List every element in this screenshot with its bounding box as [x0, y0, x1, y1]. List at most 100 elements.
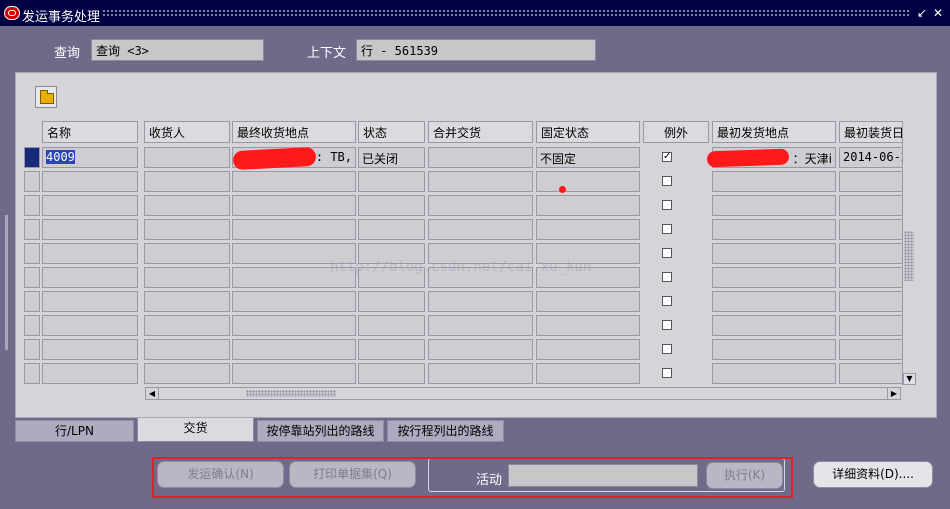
- exception-checkbox[interactable]: [662, 320, 672, 330]
- minimize-icon[interactable]: ↙: [915, 6, 929, 20]
- table-cell[interactable]: [536, 195, 640, 216]
- column-header-consignee[interactable]: 收货人: [144, 121, 230, 143]
- exception-checkbox[interactable]: [662, 176, 672, 186]
- table-cell[interactable]: [358, 315, 425, 336]
- table-cell[interactable]: [144, 363, 230, 384]
- table-cell[interactable]: [712, 339, 836, 360]
- scroll-right-arrow-icon[interactable]: ▶: [887, 388, 900, 399]
- cell-initial-load-date[interactable]: 2014-06-2: [839, 147, 902, 168]
- column-header-name[interactable]: 名称: [42, 121, 138, 143]
- table-cell[interactable]: [536, 171, 640, 192]
- table-cell[interactable]: [42, 267, 138, 288]
- table-cell[interactable]: [144, 339, 230, 360]
- table-cell[interactable]: [839, 219, 902, 240]
- table-cell[interactable]: [712, 219, 836, 240]
- query-field[interactable]: 查询 <3>: [91, 39, 264, 61]
- table-cell[interactable]: [712, 363, 836, 384]
- column-header-fixed-status[interactable]: 固定状态: [536, 121, 640, 143]
- table-cell[interactable]: [42, 339, 138, 360]
- exception-checkbox[interactable]: [662, 296, 672, 306]
- scroll-down-arrow-icon[interactable]: ▼: [903, 373, 916, 385]
- table-cell[interactable]: [712, 243, 836, 264]
- column-header-exception[interactable]: 例外: [643, 121, 709, 143]
- scroll-thumb[interactable]: [246, 390, 336, 397]
- table-cell[interactable]: [144, 219, 230, 240]
- table-cell[interactable]: [232, 363, 356, 384]
- table-cell[interactable]: [42, 171, 138, 192]
- exception-checkbox[interactable]: [662, 272, 672, 282]
- table-cell[interactable]: [144, 195, 230, 216]
- table-cell[interactable]: [144, 243, 230, 264]
- table-cell[interactable]: [712, 171, 836, 192]
- scroll-thumb[interactable]: [904, 231, 914, 281]
- table-cell[interactable]: [839, 267, 902, 288]
- table-cell[interactable]: [839, 195, 902, 216]
- table-cell[interactable]: [428, 195, 533, 216]
- table-cell[interactable]: [428, 291, 533, 312]
- table-cell[interactable]: [42, 315, 138, 336]
- table-cell[interactable]: [42, 243, 138, 264]
- table-cell[interactable]: [42, 219, 138, 240]
- table-cell[interactable]: [428, 363, 533, 384]
- table-cell[interactable]: [232, 291, 356, 312]
- cell-name[interactable]: 4009: [42, 147, 138, 168]
- table-cell[interactable]: [42, 291, 138, 312]
- table-cell[interactable]: [428, 315, 533, 336]
- table-cell[interactable]: [712, 315, 836, 336]
- table-cell[interactable]: [712, 267, 836, 288]
- table-cell[interactable]: [428, 171, 533, 192]
- row-selector[interactable]: [24, 219, 40, 240]
- table-cell[interactable]: [358, 219, 425, 240]
- table-cell[interactable]: [358, 291, 425, 312]
- context-field[interactable]: 行 - 561539: [356, 39, 596, 61]
- row-selector[interactable]: [24, 291, 40, 312]
- table-cell[interactable]: [839, 291, 902, 312]
- table-cell[interactable]: [536, 339, 640, 360]
- details-button[interactable]: 详细资料(D)....: [813, 461, 933, 488]
- column-header-initial-load-date[interactable]: 最初装货日: [839, 121, 902, 143]
- exception-checkbox[interactable]: ✓: [662, 152, 672, 162]
- scroll-left-arrow-icon[interactable]: ◀: [146, 388, 159, 399]
- table-cell[interactable]: [232, 171, 356, 192]
- table-cell[interactable]: [712, 291, 836, 312]
- column-header-initial-ship-location[interactable]: 最初发货地点: [712, 121, 836, 143]
- table-cell[interactable]: [232, 315, 356, 336]
- table-cell[interactable]: [839, 243, 902, 264]
- tab-routes-by-stop[interactable]: 按停靠站列出的路线: [257, 420, 384, 442]
- table-cell[interactable]: [428, 219, 533, 240]
- table-cell[interactable]: [536, 315, 640, 336]
- horizontal-scrollbar[interactable]: ◀ ▶: [145, 387, 901, 400]
- table-cell[interactable]: [428, 339, 533, 360]
- table-cell[interactable]: [42, 363, 138, 384]
- table-cell[interactable]: [839, 315, 902, 336]
- exception-checkbox[interactable]: [662, 344, 672, 354]
- exception-checkbox[interactable]: [662, 248, 672, 258]
- tab-lines-lpn[interactable]: 行/LPN: [15, 420, 134, 442]
- column-header-merge-delivery[interactable]: 合并交货: [428, 121, 533, 143]
- row-selector[interactable]: [24, 171, 40, 192]
- exception-checkbox[interactable]: [662, 224, 672, 234]
- table-cell[interactable]: [536, 291, 640, 312]
- table-cell[interactable]: [839, 339, 902, 360]
- cell-consignee[interactable]: [144, 147, 230, 168]
- row-selector[interactable]: [24, 243, 40, 264]
- table-cell[interactable]: [42, 195, 138, 216]
- row-selector[interactable]: [24, 195, 40, 216]
- table-cell[interactable]: [144, 267, 230, 288]
- row-selector[interactable]: [24, 363, 40, 384]
- row-selector[interactable]: [24, 315, 40, 336]
- table-cell[interactable]: [232, 219, 356, 240]
- table-cell[interactable]: [358, 171, 425, 192]
- row-selector[interactable]: [24, 267, 40, 288]
- open-folder-button[interactable]: [35, 86, 57, 108]
- row-selector[interactable]: [24, 339, 40, 360]
- exception-checkbox[interactable]: [662, 200, 672, 210]
- table-cell[interactable]: [232, 195, 356, 216]
- tab-deliveries[interactable]: 交货: [137, 418, 254, 442]
- cell-status[interactable]: 已关闭: [358, 147, 425, 168]
- row-selector-active[interactable]: [24, 147, 40, 168]
- table-cell[interactable]: [232, 339, 356, 360]
- column-header-final-location[interactable]: 最终收货地点: [232, 121, 356, 143]
- tab-routes-by-trip[interactable]: 按行程列出的路线: [387, 420, 504, 442]
- table-cell[interactable]: [358, 195, 425, 216]
